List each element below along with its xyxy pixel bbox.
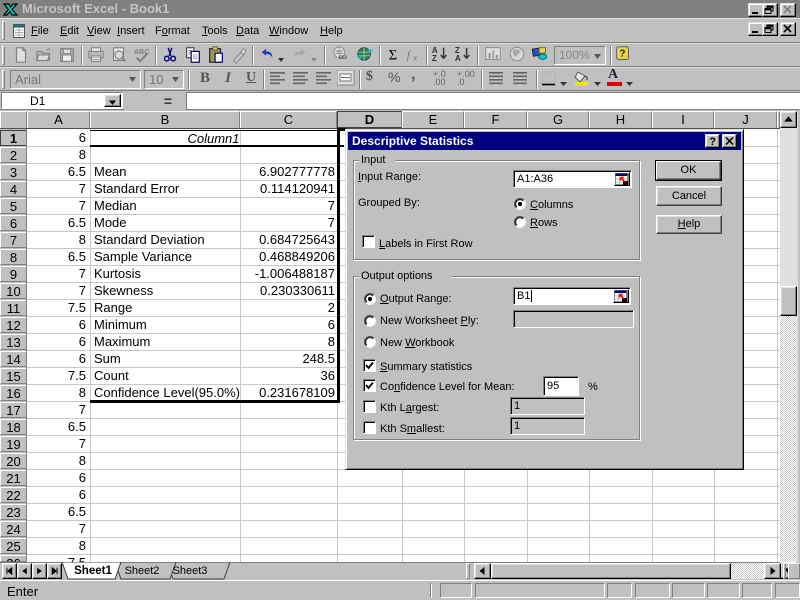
svg-text:Σ: Σ bbox=[389, 47, 397, 63]
svg-text:f: f bbox=[407, 49, 412, 62]
svg-text:Z: Z bbox=[432, 54, 437, 63]
svg-text:?: ? bbox=[619, 49, 625, 60]
svg-text:?: ? bbox=[709, 136, 716, 147]
svg-text:x: x bbox=[412, 52, 417, 62]
svg-text:A: A bbox=[455, 54, 461, 63]
